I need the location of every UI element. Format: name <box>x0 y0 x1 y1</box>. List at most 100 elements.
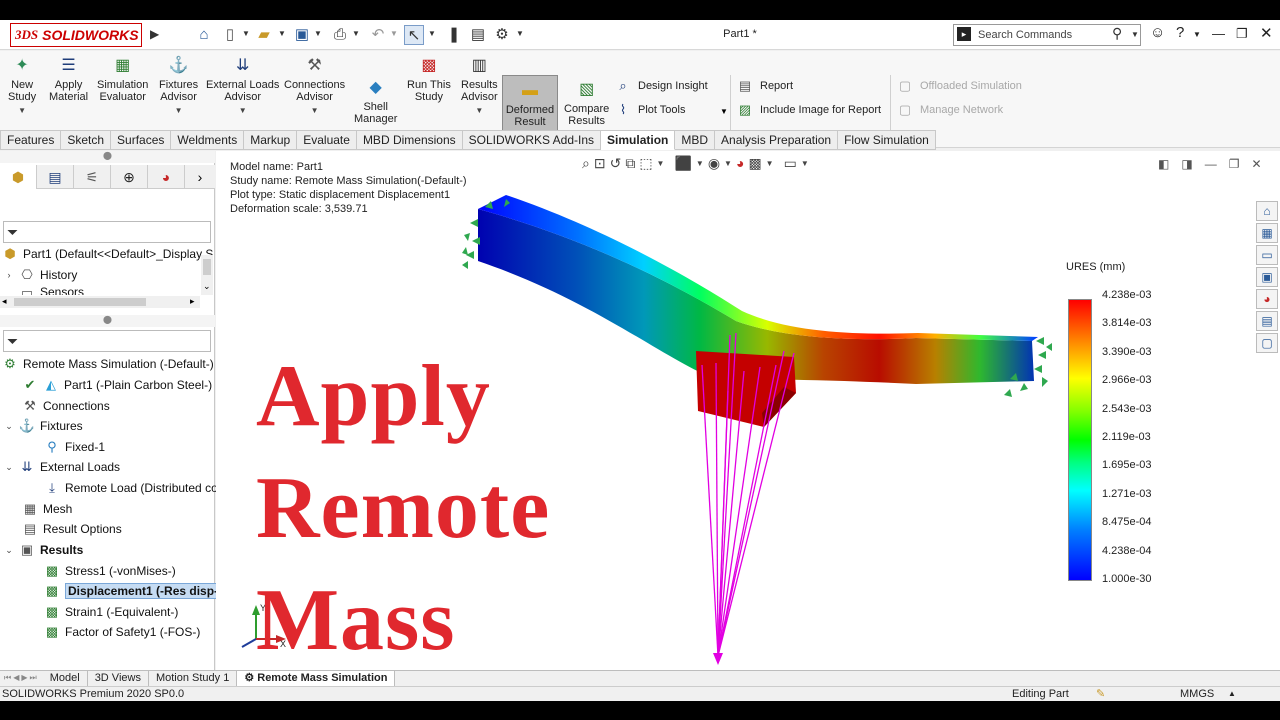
close-icon[interactable]: ✕ <box>1260 24 1273 42</box>
prev-tab-icon[interactable]: ◀ <box>13 673 19 686</box>
options-gear-icon[interactable]: ⚙ <box>492 25 512 45</box>
save-icon[interactable]: ▣ <box>292 25 312 45</box>
compare-results-button[interactable]: ▧ Compare Results <box>564 79 609 128</box>
rebuild-icon[interactable]: ✎ <box>1096 687 1105 700</box>
shell-manager-button[interactable]: ◆ Shell Manager <box>354 77 397 126</box>
minimize-icon[interactable]: — <box>1212 26 1225 41</box>
save-dropdown-icon[interactable]: ▼ <box>314 29 322 38</box>
scroll-left-icon[interactable]: ◂ <box>2 296 7 307</box>
bottom-tab-3d-views[interactable]: 3D Views <box>88 671 149 686</box>
tab-flow-simulation[interactable]: Flow Simulation <box>838 130 936 150</box>
tab-analysis-preparation[interactable]: Analysis Preparation <box>715 130 839 150</box>
tab-surfaces[interactable]: Surfaces <box>111 130 172 150</box>
design-library-icon[interactable]: ▦ <box>1256 223 1278 243</box>
new-document-icon[interactable]: ▯ <box>220 25 240 45</box>
configuration-manager-tab-icon[interactable]: ⚟ <box>74 165 111 189</box>
scroll-right-icon[interactable]: ▸ <box>190 296 195 307</box>
options-dropdown-icon[interactable]: ▼ <box>516 29 524 38</box>
solidworks-logo[interactable]: 3DS SOLIDWORKS <box>10 23 142 47</box>
home-icon[interactable]: ⌂ <box>194 25 214 45</box>
report-button[interactable]: ▤ Report <box>736 78 793 94</box>
results-advisor-dropdown-icon[interactable]: ▼ <box>475 105 483 117</box>
tab-sketch[interactable]: Sketch <box>61 130 112 150</box>
tab-simulation[interactable]: Simulation <box>601 130 676 150</box>
collapse-icon[interactable]: ⌄ <box>4 545 14 556</box>
apply-material-button[interactable]: ☰ Apply Material <box>49 55 88 104</box>
expand-icon[interactable]: › <box>4 270 14 280</box>
user-account-icon[interactable]: ☺ <box>1150 24 1165 41</box>
tab-mbd-dimensions[interactable]: MBD Dimensions <box>356 130 463 150</box>
appearances-icon[interactable]: ◕ <box>1256 289 1278 309</box>
new-study-dropdown-icon[interactable]: ▼ <box>18 105 26 117</box>
manage-network-button[interactable]: ▢ Manage Network <box>896 102 1003 118</box>
file-properties-icon[interactable]: ▤ <box>468 25 488 45</box>
help-dropdown-icon[interactable]: ▼ <box>1193 30 1201 39</box>
fixtures-advisor-button[interactable]: ⚓ Fixtures Advisor ▼ <box>159 55 198 117</box>
tree-fos-plot[interactable]: ▩ Factor of Safety1 (-FOS-) <box>44 622 201 642</box>
plot-tools-button[interactable]: ⌇ Plot Tools <box>614 102 686 118</box>
property-manager-tab-icon[interactable]: ▤ <box>37 165 74 189</box>
plot-tools-dropdown-icon[interactable]: ▼ <box>720 107 728 116</box>
display-manager-tab-icon[interactable]: ◕ <box>148 165 185 189</box>
connections-advisor-button[interactable]: ⚒ Connections Advisor ▼ <box>284 55 345 117</box>
tree-connections[interactable]: ⚒ Connections <box>22 396 110 416</box>
print-dropdown-icon[interactable]: ▼ <box>352 29 360 38</box>
collapse-icon[interactable]: ⌄ <box>4 462 14 473</box>
tree-external-loads[interactable]: ⌄ ⇊ External Loads <box>4 457 120 477</box>
feature-manager-tab-icon[interactable]: ⬢ <box>0 165 37 189</box>
run-this-study-button[interactable]: ▩ Run This Study <box>407 55 451 104</box>
menu-expand-icon[interactable]: ▶ <box>150 27 159 41</box>
offloaded-simulation-button[interactable]: ▢ Offloaded Simulation <box>896 78 1022 94</box>
tab-solidworks-add-ins[interactable]: SOLIDWORKS Add-Ins <box>462 130 602 150</box>
custom-properties-icon[interactable]: ▤ <box>1256 311 1278 331</box>
restore-icon[interactable]: ❐ <box>1236 26 1248 42</box>
new-study-button[interactable]: ✦ New Study ▼ <box>8 55 36 117</box>
tree-part[interactable]: ⬢ Part1 (Default<<Default>_Display S <box>2 244 213 264</box>
tree-sensors[interactable]: ▭ Sensors <box>4 285 84 295</box>
view-palette-icon[interactable]: ▣ <box>1256 267 1278 287</box>
next-tab-icon[interactable]: ▶ <box>21 673 27 686</box>
dimxpert-tab-icon[interactable]: ⊕ <box>111 165 148 189</box>
bottom-tab-motion-study-1[interactable]: Motion Study 1 <box>149 671 238 686</box>
open-dropdown-icon[interactable]: ▼ <box>278 29 286 38</box>
tab-features[interactable]: Features <box>0 130 62 150</box>
connections-dropdown-icon[interactable]: ▼ <box>311 105 319 117</box>
tree-result-options[interactable]: ▤ Result Options <box>22 519 122 539</box>
bottom-tab-model[interactable]: Model <box>43 671 88 686</box>
search-dropdown-icon[interactable]: ▼ <box>1131 30 1139 39</box>
tree-study[interactable]: ⚙ Remote Mass Simulation (-Default-) <box>2 354 214 374</box>
print-icon[interactable]: ⎙ <box>330 25 350 45</box>
file-explorer-icon[interactable]: ▭ <box>1256 245 1278 265</box>
units-dropdown-icon[interactable]: ▲ <box>1228 689 1236 698</box>
undo-icon[interactable]: ↶ <box>368 25 388 45</box>
forum-icon[interactable]: ▢ <box>1256 333 1278 353</box>
units-text[interactable]: MMGS <box>1180 688 1214 700</box>
feature-filter[interactable]: ⏷ <box>3 221 211 243</box>
select-dropdown-icon[interactable]: ▼ <box>428 29 436 38</box>
solidworks-resources-icon[interactable]: ⌂ <box>1256 201 1278 221</box>
simulation-filter[interactable]: ⏷ <box>3 330 211 352</box>
tab-weldments[interactable]: Weldments <box>171 130 245 150</box>
tree-history[interactable]: › ⎔ History <box>4 265 78 285</box>
first-tab-icon[interactable]: ⏮ <box>4 673 11 686</box>
tree-fixed[interactable]: ⚲ Fixed-1 <box>44 437 105 457</box>
external-loads-dropdown-icon[interactable]: ▼ <box>239 105 247 117</box>
tree-results[interactable]: ⌄ ▣ Results <box>4 540 83 560</box>
bottom-tab-remote-mass-simulation[interactable]: ⚙ Remote Mass Simulation <box>237 671 396 686</box>
last-tab-icon[interactable]: ⏭ <box>30 673 37 686</box>
tree-remote-load[interactable]: ⤓ Remote Load (Distributed con <box>44 478 224 498</box>
tree-displacement-plot[interactable]: ▩ Displacement1 (-Res disp-) <box>44 581 226 601</box>
horizontal-scrollbar[interactable]: ◂ ▸ <box>0 296 200 308</box>
help-icon[interactable]: ? <box>1176 24 1184 41</box>
simulation-evaluator-button[interactable]: ▦ Simulation Evaluator <box>97 55 148 104</box>
tree-mesh[interactable]: ▦ Mesh <box>22 499 73 519</box>
more-tabs-arrow-icon[interactable]: › <box>185 165 215 189</box>
tree-fixtures[interactable]: ⌄ ⚓ Fixtures <box>4 416 82 436</box>
fixtures-dropdown-icon[interactable]: ▼ <box>175 105 183 117</box>
include-image-button[interactable]: ▨ Include Image for Report <box>736 102 881 118</box>
open-folder-icon[interactable]: ▰ <box>254 25 274 45</box>
traffic-light-icon[interactable]: ❚ <box>444 25 464 45</box>
design-insight-button[interactable]: ⌕ Design Insight <box>614 78 707 94</box>
tab-evaluate[interactable]: Evaluate <box>297 130 357 150</box>
collapse-icon[interactable]: ⌄ <box>4 421 14 432</box>
